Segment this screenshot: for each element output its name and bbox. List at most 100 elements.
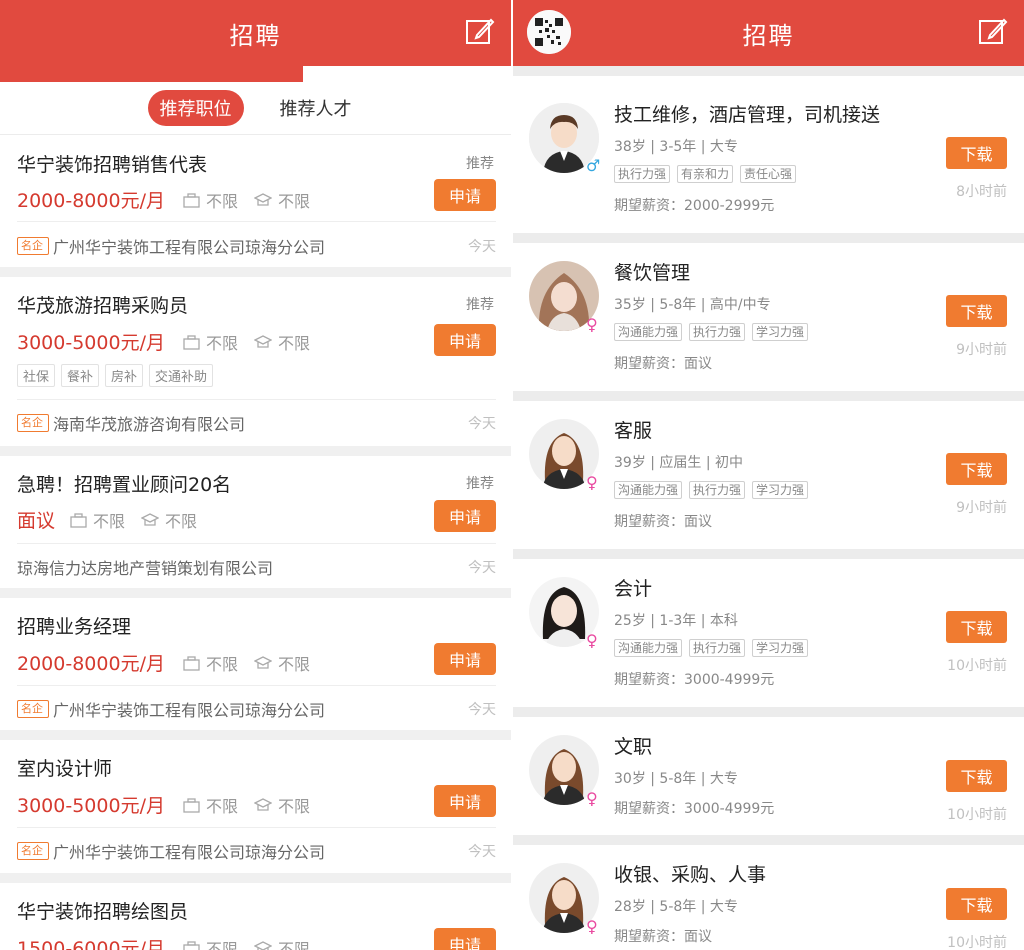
- job-title: 华宁装饰招聘绘图员: [17, 901, 189, 923]
- candidate-info: 30岁 | 5-8年 | 大专: [614, 771, 738, 787]
- post-time: 今天: [468, 239, 496, 255]
- download-button[interactable]: 下载: [946, 888, 1007, 920]
- company-name: 广州华宁装饰工程有限公司琼海分公司: [53, 843, 326, 862]
- qr-code-avatar[interactable]: [527, 10, 571, 54]
- post-time: 今天: [468, 416, 496, 432]
- company-row: 名企 广州华宁装饰工程有限公司琼海分公司: [17, 697, 325, 721]
- trait-tag: 执行力强: [614, 165, 671, 183]
- job-card[interactable]: 华宁装饰招聘销售代表 推荐 2000-8000元/月 不限 不限 申请 名企 广…: [0, 135, 511, 267]
- experience-requirement: 不限: [183, 936, 238, 950]
- trait-tag: 责任心强: [740, 165, 797, 183]
- experience-value: 不限: [93, 512, 126, 531]
- trait-tag: 执行力强: [689, 323, 746, 341]
- famous-company-badge: 名企: [17, 700, 49, 718]
- job-tag: 推荐: [466, 476, 494, 492]
- female-icon: ♀: [586, 789, 598, 808]
- post-time: 10小时前: [947, 807, 1007, 823]
- experience-value: 不限: [206, 655, 239, 674]
- graduation-cap-icon: [254, 192, 272, 206]
- candidate-title: 文职: [614, 736, 653, 758]
- candidate-card[interactable]: ♀ 餐饮管理 35岁 | 5-8年 | 高中/中专 沟通能力强 执行力强 学习力…: [513, 243, 1024, 391]
- trait-tags: 沟通能力强 执行力强 学习力强: [614, 323, 809, 341]
- female-icon: ♀: [586, 631, 598, 650]
- apply-button[interactable]: 申请: [434, 500, 496, 532]
- tab-bar: 推荐职位 推荐人才: [0, 82, 511, 134]
- education-value: 不限: [278, 655, 311, 674]
- page-title: 招聘: [229, 21, 282, 50]
- education-value: 不限: [165, 512, 198, 531]
- trait-tag: 沟通能力强: [614, 481, 683, 499]
- qr-code-icon: [527, 10, 571, 54]
- section-gap: [0, 873, 511, 883]
- post-time: 今天: [468, 702, 496, 718]
- job-title: 室内设计师: [17, 758, 113, 780]
- post-time: 9小时前: [956, 500, 1007, 516]
- edit-icon[interactable]: [978, 17, 1008, 47]
- section-gap: [0, 446, 511, 456]
- apply-button[interactable]: 申请: [434, 179, 496, 211]
- candidate-card[interactable]: ♀ 客服 39岁 | 应届生 | 初中 沟通能力强 执行力强 学习力强 期望薪资…: [513, 401, 1024, 549]
- briefcase-icon: [70, 512, 87, 528]
- trait-tag: 执行力强: [689, 481, 746, 499]
- candidate-info: 38岁 | 3-5年 | 大专: [614, 139, 738, 155]
- salary: 2000-8000元/月: [17, 653, 165, 675]
- job-card[interactable]: 华宁装饰招聘绘图员 1500-6000元/月 不限 不限 申请: [0, 883, 511, 950]
- welfare-tag: 社保: [17, 364, 56, 387]
- job-tag: 推荐: [466, 156, 494, 172]
- expected-salary: 期望薪资：面议: [614, 356, 712, 372]
- edit-icon[interactable]: [465, 17, 495, 47]
- download-button[interactable]: 下载: [946, 295, 1007, 327]
- company-row: 名企 广州华宁装饰工程有限公司琼海分公司: [17, 839, 325, 863]
- salary: 1500-6000元/月: [17, 938, 165, 950]
- job-card[interactable]: 招聘业务经理 2000-8000元/月 不限 不限 申请 名企 广州华宁装饰工程…: [0, 598, 511, 730]
- download-button[interactable]: 下载: [946, 453, 1007, 485]
- candidate-card[interactable]: ♀ 收银、采购、人事 28岁 | 5-8年 | 大专 期望薪资：面议 下载 10…: [513, 845, 1024, 950]
- graduation-cap-icon: [254, 655, 272, 669]
- job-card[interactable]: 华茂旅游招聘采购员 推荐 3000-5000元/月 不限 不限 申请 社保 餐补…: [0, 277, 511, 446]
- company-name: 海南华茂旅游咨询有限公司: [53, 415, 246, 434]
- tab-recommended-jobs[interactable]: 推荐职位: [147, 90, 244, 126]
- expected-salary: 期望薪资：3000-4999元: [614, 672, 775, 688]
- expected-salary: 期望薪资：面议: [614, 929, 712, 945]
- experience-requirement: 不限: [183, 330, 238, 354]
- job-tag: 推荐: [466, 297, 494, 313]
- job-card[interactable]: 室内设计师 3000-5000元/月 不限 不限 申请 名企 广州华宁装饰工程有…: [0, 740, 511, 873]
- section-gap: [0, 267, 511, 277]
- briefcase-icon: [183, 797, 200, 813]
- post-time: 9小时前: [956, 342, 1007, 358]
- download-button[interactable]: 下载: [946, 760, 1007, 792]
- experience-requirement: 不限: [183, 651, 238, 675]
- app-screens: 招聘 推荐职位 推荐人才 华宁装饰招聘销售代表 推荐 2000-8000元/月 …: [0, 0, 1024, 950]
- welfare-tag: 房补: [105, 364, 144, 387]
- apply-button[interactable]: 申请: [434, 643, 496, 675]
- download-button[interactable]: 下载: [946, 137, 1007, 169]
- female-icon: ♀: [586, 473, 598, 492]
- apply-button[interactable]: 申请: [434, 928, 496, 950]
- salary: 3000-5000元/月: [17, 795, 165, 817]
- apply-button[interactable]: 申请: [434, 324, 496, 356]
- graduation-cap-icon: [254, 940, 272, 950]
- education-value: 不限: [278, 797, 311, 816]
- education-value: 不限: [278, 192, 311, 211]
- briefcase-icon: [183, 192, 200, 208]
- section-gap: [513, 707, 1024, 717]
- tab-recommended-talents[interactable]: 推荐人才: [268, 90, 364, 126]
- apply-button[interactable]: 申请: [434, 785, 496, 817]
- job-title: 华茂旅游招聘采购员: [17, 295, 189, 317]
- job-title: 招聘业务经理: [17, 616, 132, 638]
- header-strip: [0, 66, 303, 82]
- company-row: 名企 广州华宁装饰工程有限公司琼海分公司: [17, 234, 325, 258]
- candidate-card[interactable]: ♀ 会计 25岁 | 1-3年 | 本科 沟通能力强 执行力强 学习力强 期望薪…: [513, 559, 1024, 707]
- download-button[interactable]: 下载: [946, 611, 1007, 643]
- trait-tag: 沟通能力强: [614, 639, 683, 657]
- section-gap: [513, 391, 1024, 401]
- trait-tag: 学习力强: [752, 639, 809, 657]
- candidate-card[interactable]: ♂ 技工维修，酒店管理，司机接送 38岁 | 3-5年 | 大专 执行力强 有亲…: [513, 76, 1024, 233]
- candidate-info: 25岁 | 1-3年 | 本科: [614, 613, 738, 629]
- female-icon: ♀: [586, 917, 598, 936]
- candidate-card[interactable]: ♀ 文职 30岁 | 5-8年 | 大专 期望薪资：3000-4999元 下载 …: [513, 717, 1024, 835]
- post-time: 10小时前: [947, 658, 1007, 674]
- job-card[interactable]: 急聘！招聘置业顾问20名 推荐 面议 不限 不限 申请 琼海信力达房地产营销策划…: [0, 456, 511, 588]
- salary: 2000-8000元/月: [17, 190, 165, 212]
- education-requirement: 不限: [254, 188, 310, 212]
